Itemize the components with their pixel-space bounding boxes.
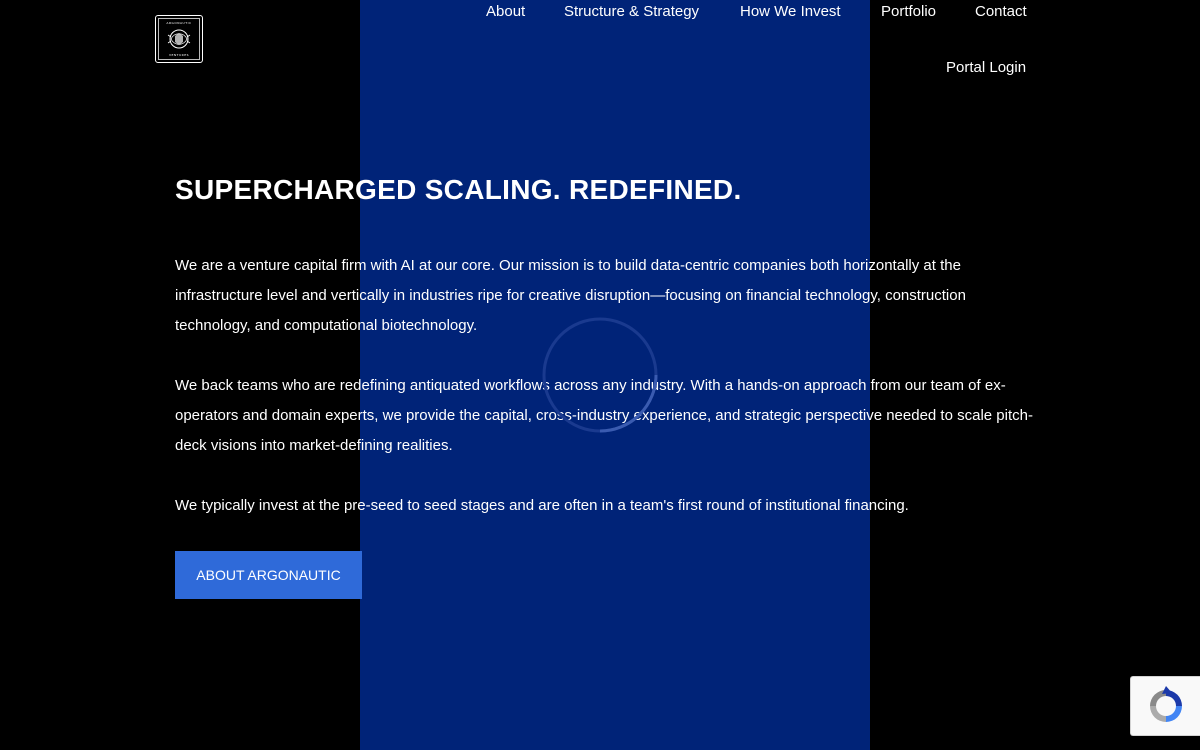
hero-headline: SUPERCHARGED SCALING. REDEFINED. (175, 174, 742, 205)
main-nav: About Structure & Strategy How We Invest… (0, 0, 1200, 100)
loading-spinner-icon (542, 317, 658, 433)
nav-item-contact[interactable]: Contact (975, 3, 1027, 21)
nav-item-how-we-invest[interactable]: How We Invest (740, 3, 841, 21)
nav-item-about[interactable]: About (486, 3, 525, 21)
about-argonautic-button[interactable]: ABOUT ARGONAUTIC (175, 551, 362, 599)
nav-item-portfolio[interactable]: Portfolio (881, 3, 936, 21)
page: ARGONAUTIC VENTURES About Structure & St… (0, 0, 1200, 750)
hero-paragraph-stage: We typically invest at the pre-seed to s… (175, 497, 909, 514)
nav-item-portal-login[interactable]: Portal Login (946, 59, 1026, 77)
recaptcha-badge[interactable] (1130, 676, 1200, 736)
nav-item-structure-strategy[interactable]: Structure & Strategy (564, 3, 699, 21)
recaptcha-icon (1149, 686, 1182, 722)
